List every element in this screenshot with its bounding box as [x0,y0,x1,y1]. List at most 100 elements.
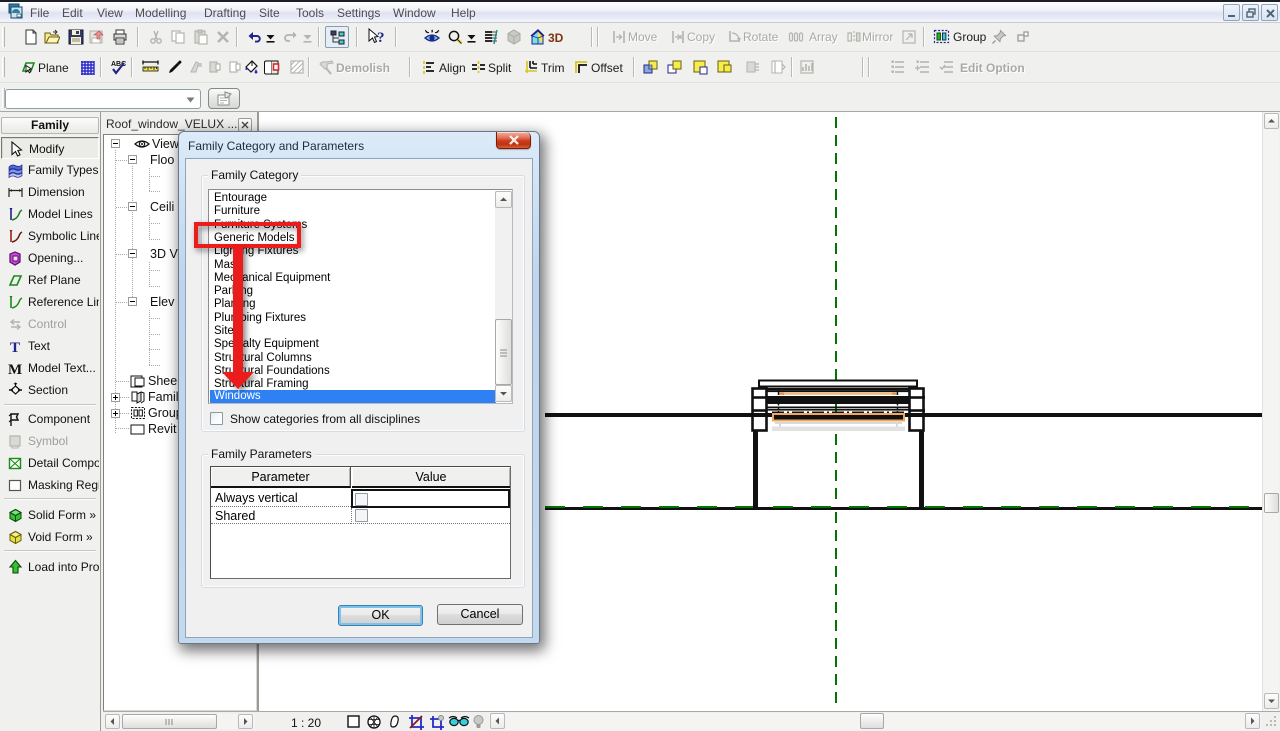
tree-item-floor-plans[interactable]: Floo [150,153,174,167]
design-bar-item-masking-region[interactable]: Masking Regi [1,474,99,496]
dynamic-view-button[interactable] [420,27,444,47]
category-option-windows-selected[interactable]: Windows [210,390,496,404]
project-browser-toggle[interactable] [325,26,349,48]
menu-tools[interactable]: Tools [296,5,324,21]
align-button[interactable] [418,57,438,77]
zoom-button[interactable] [445,27,465,47]
split-button[interactable] [468,57,488,77]
menu-site[interactable]: Site [259,5,280,21]
table-header-value[interactable]: Value [352,467,510,488]
offset-label[interactable]: Offset [591,58,623,78]
menu-settings[interactable]: Settings [337,5,380,21]
dialog-close-button[interactable] [496,132,531,149]
spelling-button[interactable]: ABC [108,57,128,77]
design-bar-item-opening[interactable]: Opening... [1,247,99,269]
open-button[interactable] [42,27,62,47]
design-bar-item-ref-plane[interactable]: Ref Plane [1,269,99,291]
close-button[interactable] [1261,4,1278,21]
design-bar-item-component[interactable]: Component [1,408,99,430]
show-categories-checkbox[interactable] [210,412,223,425]
tree-item-ceiling-plans[interactable]: Ceili [150,200,174,214]
list-scroll-down-button[interactable] [495,385,512,402]
always-vertical-checkbox[interactable] [355,493,368,506]
dialog-titlebar[interactable]: Family Category and Parameters [179,132,539,158]
design-bar-item-reference-line[interactable]: Reference Line [1,291,99,313]
paint-button[interactable] [241,57,261,77]
design-bar-item-family-types[interactable]: Family Types. [1,159,99,181]
design-bar-item-void-form[interactable]: Void Form » [1,526,99,548]
category-option[interactable]: Furniture [210,205,495,218]
model-graphics-style-button[interactable] [366,714,384,731]
tree-expand-ceiling[interactable] [128,202,137,211]
h-scroll-left-button[interactable] [490,713,505,729]
view-scale-label[interactable]: 1 : 20 [291,716,321,730]
h-scroll-thumb[interactable] [860,713,884,729]
design-bar-item-symbolic-line[interactable]: Symbolic Line [1,225,99,247]
tree-expand-groups[interactable] [111,409,120,418]
thin-lines-button[interactable] [481,27,501,47]
work-plane-label[interactable]: Plane [38,58,69,78]
crop-visible-button[interactable] [429,714,447,731]
crop-region-button[interactable] [408,714,426,731]
menu-modelling[interactable]: Modelling [135,5,186,21]
type-selector-combo[interactable] [5,89,201,109]
work-plane-button[interactable] [17,57,37,77]
toolbar-grip[interactable] [2,27,5,47]
save-to-central-button[interactable] [87,27,107,47]
design-bar-item-solid-form[interactable]: Solid Form » [1,504,99,526]
transfer-standards-button[interactable] [261,57,283,77]
new-button[interactable] [21,27,41,47]
temporary-hide-isolate-button[interactable] [448,714,472,731]
reveal-hidden-button[interactable] [472,714,490,731]
tree-expand-elevations[interactable] [128,297,137,306]
default-3d-view-button[interactable] [526,26,546,46]
table-header-parameter[interactable]: Parameter [211,467,351,488]
pb-scroll-thumb[interactable] [122,714,217,729]
menu-file[interactable]: File [30,5,49,21]
undo-button[interactable] [244,27,264,47]
tree-item-sheets[interactable]: Shee [148,374,177,388]
tree-expand-families[interactable] [111,393,120,402]
detail-level-button[interactable] [346,714,364,731]
v-scroll-thumb[interactable] [1264,493,1279,513]
match-properties-button[interactable] [165,57,185,77]
3d-label[interactable]: 3D [548,28,563,48]
project-browser-close-button[interactable] [238,118,252,132]
toolbar-grip[interactable] [2,57,5,77]
design-bar-item-modify[interactable]: Modify [1,137,99,159]
shared-checkbox[interactable] [355,509,368,522]
tree-item-elevations[interactable]: Elev [150,295,174,309]
design-bar-tab-family[interactable]: Family [1,117,99,134]
minimize-button[interactable] [1223,4,1240,21]
tree-expand-3d[interactable] [128,249,137,258]
zoom-dropdown[interactable] [464,27,477,47]
shadows-button[interactable] [389,714,407,731]
list-scroll-thumb[interactable] [495,319,512,385]
split-label[interactable]: Split [488,58,511,78]
menu-help[interactable]: Help [451,5,476,21]
tree-expand-floor[interactable] [128,155,137,164]
grid-button[interactable] [77,57,97,77]
trim-button[interactable] [521,57,541,77]
menu-drafting[interactable]: Drafting [204,5,246,21]
pb-scroll-left-button[interactable] [105,714,120,729]
tree-item-3d-views[interactable]: 3D V [150,247,178,261]
param-value-cell-selected[interactable] [351,489,510,508]
properties-button[interactable] [208,88,240,109]
context-help-button[interactable]: ? [363,27,387,47]
design-bar-item-model-lines[interactable]: Model Lines [1,203,99,225]
resize-grip-icon[interactable] [1264,715,1278,729]
pb-scroll-right-button[interactable] [238,714,253,729]
cancel-button[interactable]: Cancel [437,604,523,625]
v-scroll-up-button[interactable] [1264,113,1279,129]
undo-dropdown[interactable] [263,27,276,47]
design-bar-item-model-text[interactable]: M Model Text... [1,357,99,379]
menu-window[interactable]: Window [393,5,436,21]
menu-view[interactable]: View [97,5,123,21]
design-bar-item-load-into-projects[interactable]: Load into Proj [1,556,99,578]
param-value-cell[interactable] [351,508,510,524]
ok-button[interactable]: OK [338,605,423,626]
design-bar-item-dimension[interactable]: Dimension [1,181,99,203]
category-option[interactable]: Entourage [210,192,495,205]
save-button[interactable] [66,27,86,47]
